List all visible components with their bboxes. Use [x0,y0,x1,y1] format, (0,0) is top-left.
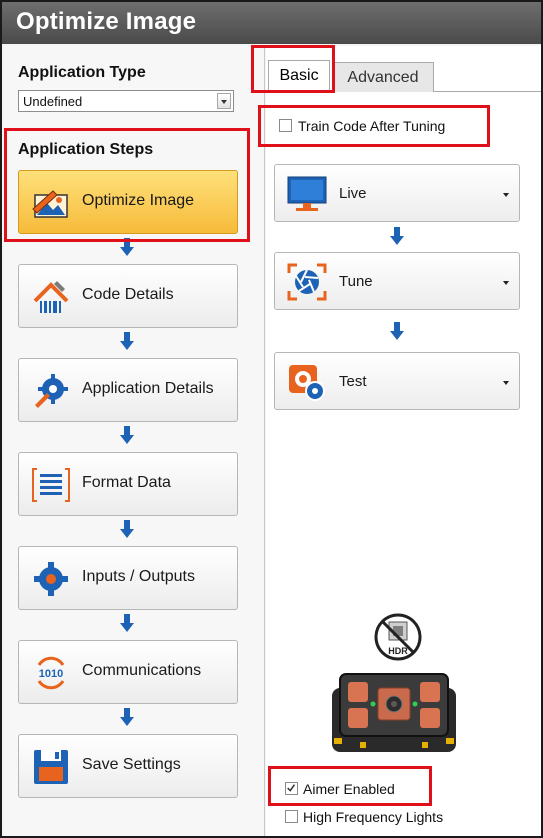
tab-divider [434,91,541,92]
format-data-icon [32,468,70,502]
test-gear-icon [289,365,325,401]
application-type-label: Application Type [18,64,146,81]
highlight-aimer-enabled [268,766,432,806]
chevron-down-icon [503,381,509,385]
highlight-basic-tab [251,45,335,93]
step-communications-button[interactable]: 1010 Communications [18,640,238,704]
arrow-down-icon [120,520,134,538]
step-label: Format Data [82,474,171,491]
step-format-data-button[interactable]: Format Data [18,452,238,516]
arrow-down-icon [120,332,134,350]
step-application-details-button[interactable]: Application Details [18,358,238,422]
highlight-train-code [258,105,490,147]
tune-aperture-icon [287,263,327,301]
step-save-settings-button[interactable]: Save Settings [18,734,238,798]
code-details-icon [33,281,69,313]
title-bar: Optimize Image [2,2,541,44]
tab-advanced[interactable]: Advanced [332,62,434,92]
high-frequency-lights-checkbox[interactable] [285,810,298,823]
arrow-down-icon [390,322,404,340]
chevron-down-icon [503,193,509,197]
application-details-icon [35,374,68,408]
tune-label: Tune [339,273,373,290]
test-label: Test [339,373,367,390]
step-code-details-button[interactable]: Code Details [18,264,238,328]
high-frequency-lights-label: High Frequency Lights [303,809,444,825]
live-dropdown-button[interactable]: Live [274,164,520,222]
application-type-value: Undefined [23,94,83,109]
step-label: Inputs / Outputs [82,568,195,585]
tune-dropdown-button[interactable]: Tune [274,252,520,310]
arrow-down-icon [120,708,134,726]
window-title: Optimize Image [16,8,197,35]
camera-device-image [332,673,456,752]
arrow-down-icon [120,614,134,632]
inputs-outputs-icon [34,562,68,596]
step-label: Communications [82,662,202,679]
test-dropdown-button[interactable]: Test [274,352,520,410]
hdr-badge-text: HDR [388,646,408,656]
step-label: Application Details [82,380,214,397]
tab-advanced-label: Advanced [347,69,419,86]
chevron-down-icon[interactable] [217,93,231,109]
live-label: Live [339,185,367,202]
step-inputs-outputs-button[interactable]: Inputs / Outputs [18,546,238,610]
arrow-down-icon [120,426,134,444]
hdr-disabled-icon: HDR [374,613,422,661]
application-type-select[interactable]: Undefined [18,90,234,112]
arrow-down-icon [390,227,404,245]
save-settings-icon [34,750,68,784]
step-label: Code Details [82,286,174,303]
monitor-icon [287,176,327,211]
chevron-down-icon [503,281,509,285]
communications-icon: 1010 [37,656,65,690]
svg-text:1010: 1010 [39,668,63,680]
optimize-image-window: Optimize Image Application Type Undefine… [0,0,543,838]
highlight-application-steps [4,128,250,242]
step-label: Save Settings [82,756,181,773]
